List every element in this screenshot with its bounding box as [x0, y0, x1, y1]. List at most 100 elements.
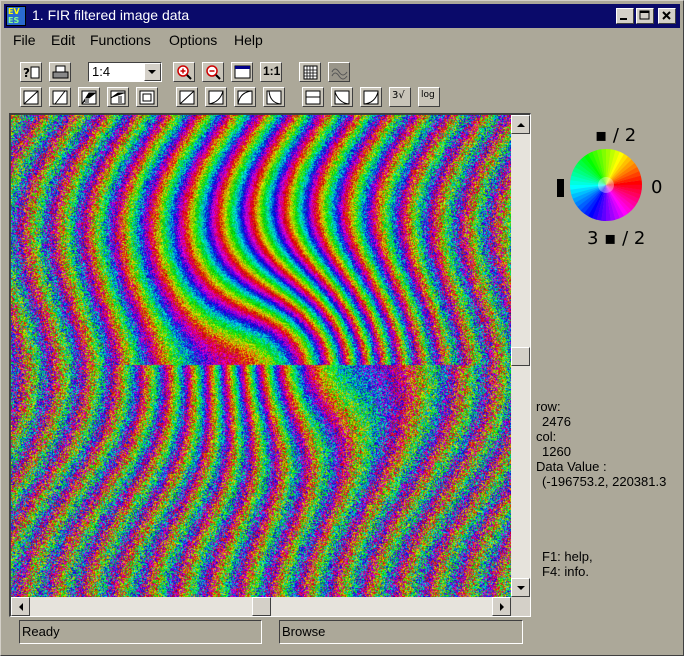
curve-linear-icon [179, 90, 195, 105]
arrow-right-icon [500, 603, 504, 611]
linear-clip-button[interactable] [49, 87, 71, 107]
app-icon-text-bottom: ES [8, 16, 20, 25]
svg-text:?: ? [23, 66, 30, 80]
help-doc-icon: ? [23, 66, 40, 80]
grid-icon [303, 65, 318, 80]
col-value: 1260 [542, 444, 571, 459]
linear-curve-icon [23, 90, 39, 105]
phase-image-canvas[interactable] [11, 115, 511, 597]
vertical-scroll-thumb[interactable] [511, 346, 530, 366]
row-label: row: [536, 399, 561, 414]
flat-curve-button[interactable] [302, 87, 324, 107]
wheel-center [598, 177, 614, 193]
col-label: col: [536, 429, 557, 444]
scroll-left-button[interactable] [11, 597, 30, 616]
status-left: Ready [19, 620, 262, 644]
zoom-reset-label: 1:1 [263, 64, 281, 78]
log-scale-button[interactable]: log [418, 87, 440, 107]
menu-help[interactable]: Help [234, 32, 263, 48]
main-window: EV ES 1. FIR filtered image data File Ed… [0, 0, 684, 656]
menu-file[interactable]: File [13, 32, 36, 48]
linear-scale-button[interactable] [20, 87, 42, 107]
menu-edit[interactable]: Edit [51, 32, 75, 48]
data-value: (-196753.2, 220381.3 [542, 474, 667, 489]
gamma-sqrt-button[interactable] [205, 87, 227, 107]
vertical-scrollbar[interactable] [511, 115, 530, 597]
menu-bar: File Edit Functions Options Help [4, 31, 680, 51]
menu-options[interactable]: Options [169, 32, 217, 48]
zoom-select[interactable]: 1:4 [88, 62, 162, 82]
decay-curve-button[interactable] [331, 87, 353, 107]
window-fit-icon [234, 65, 251, 79]
printer-icon [52, 65, 69, 79]
phase-label-right: 0 [651, 177, 663, 198]
zoom-out-icon [206, 65, 221, 80]
zoom-value: 1:4 [92, 64, 111, 79]
phase-marker-left [557, 179, 564, 197]
scroll-up-button[interactable] [511, 115, 530, 134]
cube-root-button[interactable]: 3√ [389, 87, 411, 107]
arrow-down-icon [517, 586, 525, 590]
phase-color-wheel [570, 149, 642, 221]
texture-icon [331, 68, 348, 80]
rise-curve-button[interactable] [360, 87, 382, 107]
app-icon: EV ES [6, 6, 26, 26]
grid-button[interactable] [299, 62, 321, 82]
log-label: log [421, 90, 435, 100]
curve-decay-icon [334, 90, 350, 105]
arrow-up-icon [517, 123, 525, 127]
histogram-right-icon [110, 90, 126, 105]
zoom-in-icon [177, 65, 192, 80]
zoom-reset-button[interactable]: 1:1 [260, 62, 282, 82]
gamma-up-button[interactable] [176, 87, 198, 107]
histogram-left-button[interactable] [78, 87, 100, 107]
texture-button[interactable] [328, 62, 350, 82]
close-button[interactable] [658, 8, 676, 24]
box-scale-button[interactable] [136, 87, 158, 107]
pixel-info-panel: row: 2476 col: 1260 Data Value : (-19675… [535, 399, 681, 489]
curve-concave-icon [208, 90, 224, 105]
minimize-icon [620, 18, 627, 20]
zoom-out-button[interactable] [202, 62, 224, 82]
box-curve-icon [139, 90, 155, 105]
minimize-button[interactable] [616, 8, 634, 24]
help-button[interactable]: ? [20, 62, 42, 82]
fit-window-button[interactable] [231, 62, 253, 82]
status-right: Browse [279, 620, 523, 644]
row-value: 2476 [542, 414, 571, 429]
phase-label-top: ▪ / 2 [595, 125, 637, 146]
gamma-exp-button[interactable] [263, 87, 285, 107]
curve-rise-icon [363, 90, 379, 105]
horizontal-scroll-thumb[interactable] [251, 597, 271, 616]
clip-curve-icon [52, 90, 68, 105]
curve-exp-icon [266, 90, 282, 105]
title-bar[interactable]: EV ES 1. FIR filtered image data [4, 4, 680, 28]
close-icon [662, 11, 671, 20]
maximize-button[interactable] [636, 8, 654, 24]
curve-flat-icon [305, 90, 321, 105]
arrow-left-icon [19, 603, 23, 611]
menu-functions[interactable]: Functions [90, 32, 151, 48]
scroll-corner [511, 597, 530, 616]
cube-root-label: 3√ [392, 90, 405, 101]
histogram-left-icon [81, 90, 97, 105]
scroll-right-button[interactable] [492, 597, 511, 616]
data-value-label: Data Value : [536, 459, 607, 474]
zoom-dropdown-button[interactable] [144, 63, 161, 81]
window-title: 1. FIR filtered image data [32, 7, 190, 23]
help-hint: F1: help, [542, 549, 593, 564]
print-button[interactable] [49, 62, 71, 82]
chevron-down-icon [148, 70, 156, 74]
zoom-in-button[interactable] [173, 62, 195, 82]
info-hint: F4: info. [542, 564, 589, 579]
horizontal-scrollbar[interactable] [11, 597, 511, 616]
phase-label-bottom: 3 ▪ / 2 [587, 228, 646, 249]
gamma-log-button[interactable] [234, 87, 256, 107]
status-ready-text: Ready [22, 624, 60, 639]
status-mode-text: Browse [282, 624, 326, 639]
maximize-icon [639, 10, 650, 20]
app-icon-text-top: EV [8, 7, 20, 16]
image-view[interactable] [9, 113, 531, 617]
histogram-right-button[interactable] [107, 87, 129, 107]
scroll-down-button[interactable] [511, 578, 530, 597]
